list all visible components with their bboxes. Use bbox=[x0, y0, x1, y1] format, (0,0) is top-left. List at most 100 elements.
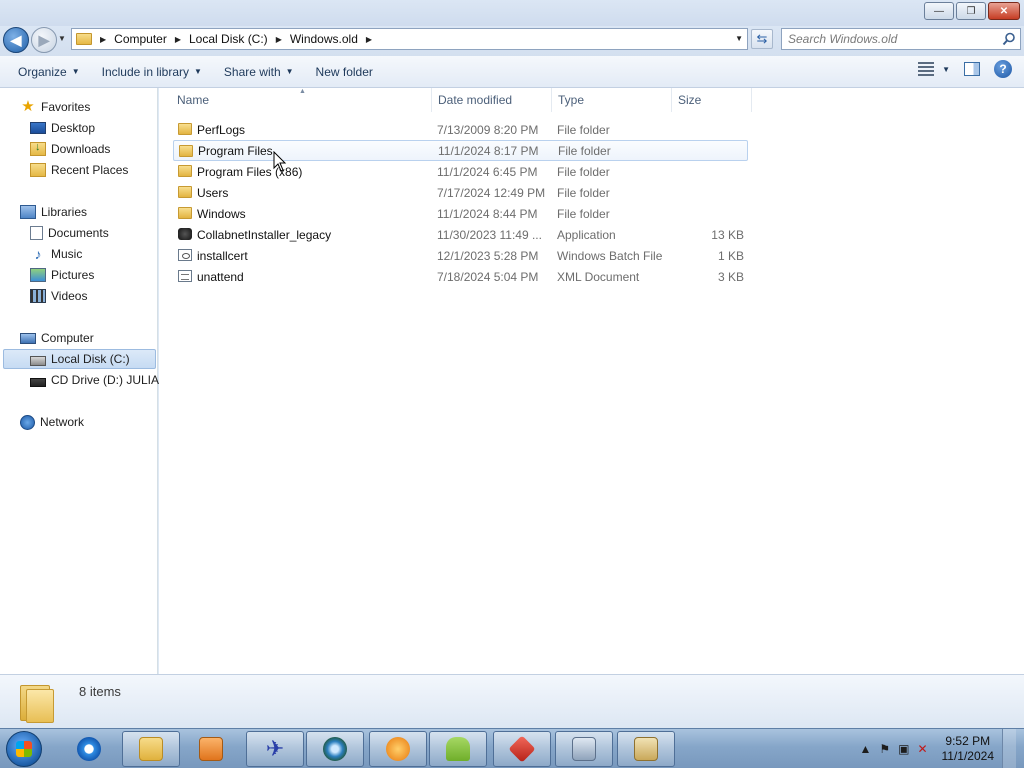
taskbar-app-books[interactable] bbox=[617, 731, 675, 767]
nav-recent-places[interactable]: Recent Places bbox=[30, 160, 128, 180]
show-hidden-icons-icon[interactable]: ▲ bbox=[859, 742, 871, 756]
nav-downloads[interactable]: Downloads bbox=[30, 139, 110, 159]
chevron-right-icon[interactable]: ▶ bbox=[276, 35, 282, 44]
taskbar-app-drive[interactable] bbox=[555, 731, 613, 767]
file-row[interactable]: Program Files 11/1/2024 8:17 PM File fol… bbox=[173, 140, 748, 161]
application-icon bbox=[178, 228, 192, 240]
taskbar: ✈ ▲ ⚑ ▣ ✕ 9:52 PM 11/1/2024 bbox=[0, 728, 1024, 768]
new-folder-button[interactable]: New folder bbox=[307, 59, 382, 85]
taskbar-app-orange[interactable] bbox=[369, 731, 427, 767]
nav-music-label: Music bbox=[51, 247, 83, 261]
books-app-icon bbox=[634, 737, 658, 761]
file-row[interactable]: installcert 12/1/2023 5:28 PM Windows Ba… bbox=[173, 245, 748, 266]
file-row[interactable]: Windows 11/1/2024 8:44 PM File folder bbox=[173, 203, 748, 224]
organize-button[interactable]: Organize ▼ bbox=[9, 59, 89, 85]
file-row[interactable]: PerfLogs 7/13/2009 8:20 PM File folder bbox=[173, 119, 748, 140]
taskbar-media-player[interactable] bbox=[182, 731, 240, 767]
breadcrumb-computer[interactable]: Computer bbox=[114, 32, 167, 46]
downloads-icon bbox=[30, 141, 46, 156]
file-type: File folder bbox=[558, 143, 611, 158]
file-name: PerfLogs bbox=[197, 122, 246, 137]
file-row[interactable]: CollabnetInstaller_legacy 11/30/2023 11:… bbox=[173, 224, 748, 245]
nav-computer-label: Computer bbox=[41, 331, 94, 345]
folder-icon bbox=[76, 33, 92, 45]
file-date: 7/18/2024 5:04 PM bbox=[437, 269, 539, 284]
nav-libraries[interactable]: Libraries bbox=[20, 202, 87, 222]
nav-documents[interactable]: Documents bbox=[30, 223, 109, 243]
system-tray: ▲ ⚑ ▣ ✕ 9:52 PM 11/1/2024 bbox=[859, 729, 1016, 768]
taskbar-windows-explorer[interactable] bbox=[122, 731, 180, 767]
taskbar-app-globe[interactable] bbox=[306, 731, 364, 767]
back-button[interactable]: ◀ bbox=[3, 27, 29, 53]
network-status-icon[interactable]: ▣ bbox=[898, 742, 909, 756]
preview-pane-button[interactable] bbox=[964, 62, 980, 76]
share-with-label: Share with bbox=[223, 64, 281, 79]
file-size: 13 KB bbox=[711, 227, 744, 242]
nav-cd-drive[interactable]: CD Drive (D:) JULIA bbox=[30, 370, 159, 390]
action-center-flag-icon[interactable]: ⚑ bbox=[879, 742, 890, 756]
globe-app-icon bbox=[323, 737, 347, 761]
search-icon[interactable] bbox=[1002, 32, 1016, 46]
file-row[interactable]: unattend 7/18/2024 5:04 PM XML Document … bbox=[173, 266, 748, 287]
view-options-icon bbox=[918, 62, 935, 76]
nav-desktop[interactable]: Desktop bbox=[30, 118, 95, 138]
file-name: Users bbox=[197, 185, 229, 200]
taskbar-internet-explorer[interactable] bbox=[60, 731, 118, 767]
chevron-right-icon[interactable]: ▶ bbox=[366, 35, 372, 44]
minimize-button[interactable]: — bbox=[924, 2, 954, 20]
breadcrumb-local-disk[interactable]: Local Disk (C:) bbox=[189, 32, 268, 46]
column-header-size[interactable]: Size bbox=[672, 88, 752, 112]
file-date: 11/1/2024 8:44 PM bbox=[437, 206, 538, 221]
recent-pages-dropdown[interactable]: ▼ bbox=[58, 34, 66, 43]
folder-icon bbox=[178, 186, 192, 198]
column-date-label: Date modified bbox=[438, 93, 513, 107]
address-bar[interactable]: ▶ Computer ▶ Local Disk (C:) ▶ Windows.o… bbox=[71, 28, 748, 50]
nav-videos[interactable]: Videos bbox=[30, 286, 87, 306]
nav-favorites[interactable]: ★ Favorites bbox=[20, 97, 90, 117]
nav-network[interactable]: Network bbox=[20, 412, 84, 432]
nav-music[interactable]: ♪ Music bbox=[30, 244, 83, 264]
file-row[interactable]: Users 7/17/2024 12:49 PM File folder bbox=[173, 182, 748, 203]
file-row[interactable]: Program Files (x86) 11/1/2024 6:45 PM Fi… bbox=[173, 161, 748, 182]
windows-explorer-icon bbox=[139, 737, 163, 761]
chevron-right-icon[interactable]: ▶ bbox=[175, 35, 181, 44]
search-input[interactable] bbox=[788, 29, 998, 49]
file-size: 3 KB bbox=[717, 269, 744, 284]
volume-muted-icon[interactable]: ✕ bbox=[917, 742, 927, 756]
maximize-button[interactable]: ❐ bbox=[956, 2, 986, 20]
column-header-type[interactable]: Type bbox=[552, 88, 672, 112]
nav-pictures[interactable]: Pictures bbox=[30, 265, 94, 285]
nav-libraries-label: Libraries bbox=[41, 205, 88, 219]
taskbar-android-studio[interactable] bbox=[429, 731, 487, 767]
nav-computer[interactable]: Computer bbox=[20, 328, 94, 348]
chevron-down-icon[interactable]: ▼ bbox=[942, 65, 950, 74]
nav-documents-label: Documents bbox=[48, 226, 109, 240]
start-button[interactable] bbox=[6, 731, 42, 767]
change-view-button[interactable]: ▼ bbox=[918, 62, 950, 76]
nav-local-disk[interactable]: Local Disk (C:) bbox=[3, 349, 156, 369]
address-history-dropdown[interactable]: ▼ bbox=[735, 34, 743, 43]
nav-recent-places-label: Recent Places bbox=[51, 163, 129, 177]
orange-app-icon bbox=[386, 737, 410, 761]
share-with-button[interactable]: Share with ▼ bbox=[215, 59, 303, 85]
breadcrumb-windows-old[interactable]: Windows.old bbox=[290, 32, 358, 46]
refresh-button[interactable]: ⇆ bbox=[751, 29, 773, 49]
file-type: File folder bbox=[557, 122, 610, 137]
taskbar-app-red[interactable] bbox=[493, 731, 551, 767]
include-in-library-button[interactable]: Include in library ▼ bbox=[93, 59, 211, 85]
media-player-icon bbox=[199, 737, 223, 761]
computer-icon bbox=[20, 332, 36, 344]
chevron-right-icon[interactable]: ▶ bbox=[100, 35, 106, 44]
file-name: unattend bbox=[197, 269, 244, 284]
file-type: File folder bbox=[557, 185, 610, 200]
command-bar: Organize ▼ Include in library ▼ Share with… bbox=[0, 56, 1024, 88]
file-date: 12/1/2023 5:28 PM bbox=[437, 248, 539, 263]
file-date: 7/13/2009 8:20 PM bbox=[437, 122, 539, 137]
close-button[interactable]: ✕ bbox=[988, 2, 1020, 20]
forward-button[interactable]: ▶ bbox=[31, 27, 57, 53]
column-header-date-modified[interactable]: Date modified bbox=[432, 88, 552, 112]
taskbar-app-bird[interactable]: ✈ bbox=[246, 731, 304, 767]
clock[interactable]: 9:52 PM 11/1/2024 bbox=[942, 734, 995, 764]
show-desktop-button[interactable] bbox=[1002, 729, 1016, 768]
help-button[interactable]: ? bbox=[994, 60, 1012, 78]
